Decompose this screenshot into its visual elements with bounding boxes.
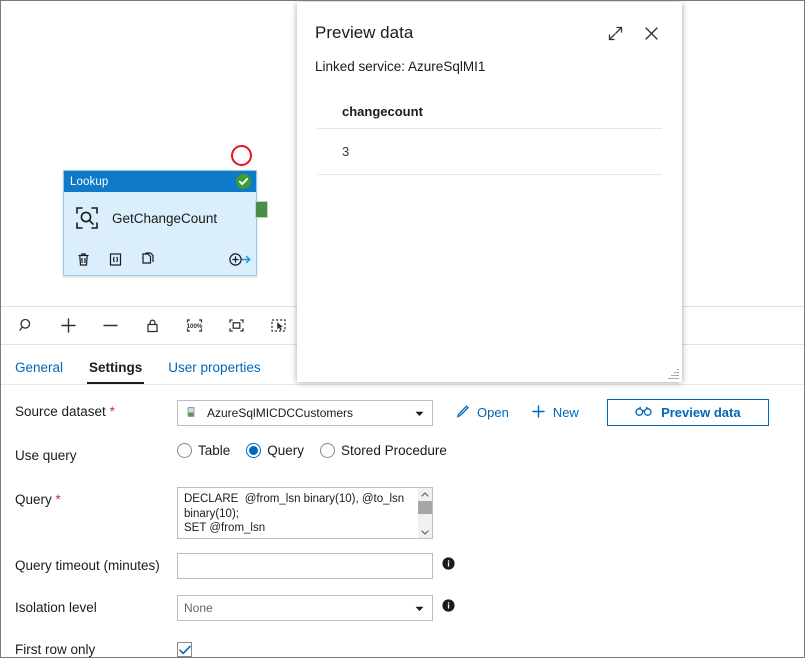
zoom-in-icon[interactable] — [56, 314, 80, 338]
open-dataset-button[interactable]: Open — [455, 400, 509, 426]
table-row: 3 — [317, 129, 662, 175]
radio-table[interactable]: Table — [177, 443, 230, 458]
zoom-search-icon[interactable] — [14, 314, 38, 338]
close-icon[interactable] — [638, 20, 664, 46]
new-dataset-button[interactable]: New — [531, 400, 579, 426]
isolation-level-select[interactable]: None — [177, 595, 433, 621]
required-asterisk: * — [55, 492, 61, 507]
source-dataset-label: Source dataset * — [1, 399, 177, 425]
query-timeout-label: Query timeout (minutes) — [15, 558, 160, 573]
zoom-100-icon[interactable]: 100% — [182, 314, 206, 338]
zoom-to-fit-icon[interactable] — [224, 314, 248, 338]
preview-panel-header: Preview data — [297, 2, 682, 46]
activity-settings-screen: Lookup GetChangeCount 100% General Setti… — [0, 0, 805, 658]
radio-table-dot — [177, 443, 192, 458]
field-use-query: Use query Table Query Stored Procedure — [1, 443, 804, 473]
table-header-changecount: changecount — [317, 104, 662, 129]
new-dataset-label: New — [552, 405, 579, 420]
delete-icon[interactable] — [75, 251, 92, 268]
radio-query-label: Query — [267, 443, 305, 458]
first-row-only-checkbox[interactable] — [177, 642, 192, 657]
activity-node-actions — [64, 244, 256, 275]
field-query-timeout: Query timeout (minutes) — [1, 553, 804, 583]
source-dataset-label-text: Source dataset — [15, 404, 106, 419]
svg-text:100%: 100% — [186, 323, 202, 330]
activity-type-label: Lookup — [70, 175, 109, 188]
check-circle-icon — [236, 174, 251, 189]
radio-stored-procedure-label: Stored Procedure — [341, 443, 447, 458]
preview-linked-service: Linked service: AzureSqlMI1 — [315, 59, 486, 74]
preview-panel-title: Preview data — [315, 23, 414, 42]
query-textarea[interactable]: DECLARE @from_lsn binary(10), @to_lsn bi… — [177, 487, 433, 539]
auto-align-icon[interactable] — [266, 314, 290, 338]
binoculars-icon — [635, 405, 652, 420]
duplicate-icon[interactable] — [139, 251, 156, 268]
pencil-icon — [455, 404, 470, 422]
activity-node-body: GetChangeCount — [64, 192, 256, 244]
scrollbar-thumb[interactable] — [418, 501, 432, 514]
isolation-level-value: None — [184, 601, 213, 615]
lock-icon[interactable] — [140, 314, 164, 338]
code-icon[interactable] — [107, 251, 124, 268]
use-query-radio-group: Table Query Stored Procedure — [177, 443, 447, 458]
tab-user-properties[interactable]: User properties — [166, 360, 262, 385]
isolation-level-label: Isolation level — [15, 600, 97, 615]
query-label: Query * — [1, 487, 177, 513]
scroll-down-icon[interactable] — [421, 526, 429, 538]
use-query-label: Use query — [15, 448, 77, 463]
radio-query[interactable]: Query — [246, 443, 304, 458]
query-scrollbar[interactable] — [418, 488, 432, 538]
info-icon[interactable] — [442, 599, 455, 617]
settings-form: Source dataset * AzureSqlMICDCCustomers — [1, 387, 804, 657]
chevron-down-icon — [415, 601, 424, 615]
activity-node-lookup[interactable]: Lookup GetChangeCount — [63, 170, 257, 276]
resize-grip-icon[interactable] — [668, 368, 679, 379]
preview-data-button[interactable]: Preview data — [606, 399, 769, 426]
first-row-only-label: First row only — [15, 642, 96, 657]
source-dataset-select[interactable]: AzureSqlMICDCCustomers — [177, 399, 433, 426]
chevron-down-icon — [415, 406, 424, 420]
tab-settings[interactable]: Settings — [87, 360, 145, 384]
radio-stored-procedure-dot — [320, 443, 336, 458]
source-dataset-value: AzureSqlMICDCCustomers — [207, 405, 354, 420]
query-textarea-wrapper: DECLARE @from_lsn binary(10), @to_lsn bi… — [177, 487, 433, 539]
preview-data-table: changecount 3 — [297, 74, 682, 175]
query-timeout-input[interactable] — [177, 553, 433, 579]
open-dataset-label: Open — [477, 405, 509, 420]
tab-general[interactable]: General — [13, 360, 65, 385]
radio-stored-procedure[interactable]: Stored Procedure — [320, 443, 447, 458]
field-query: Query * DECLARE @from_lsn binary(10), @t… — [1, 487, 804, 539]
query-label-text: Query — [15, 492, 52, 507]
radio-table-label: Table — [198, 443, 231, 458]
required-asterisk: * — [109, 404, 115, 419]
preview-data-label: Preview data — [661, 405, 741, 420]
node-output-handle[interactable] — [255, 201, 268, 218]
field-isolation-level: Isolation level None — [1, 595, 804, 625]
field-source-dataset: Source dataset * AzureSqlMICDCCustomers — [1, 399, 804, 429]
activity-node-header: Lookup — [64, 171, 256, 192]
database-icon — [184, 405, 199, 420]
zoom-out-icon[interactable] — [98, 314, 122, 338]
activity-name-label: GetChangeCount — [112, 210, 218, 226]
scroll-up-icon[interactable] — [421, 488, 429, 500]
info-icon[interactable] — [442, 557, 455, 575]
annotation-circle-icon — [231, 145, 252, 166]
field-first-row-only: First row only — [1, 637, 804, 657]
preview-data-panel: Preview data Linked service: AzureSqlMI1… — [297, 2, 682, 382]
radio-query-dot — [246, 443, 262, 458]
plus-icon — [531, 404, 546, 422]
add-output-icon[interactable] — [228, 251, 251, 268]
lookup-magnifier-icon — [74, 205, 100, 231]
expand-diagonal-icon[interactable] — [602, 20, 628, 46]
